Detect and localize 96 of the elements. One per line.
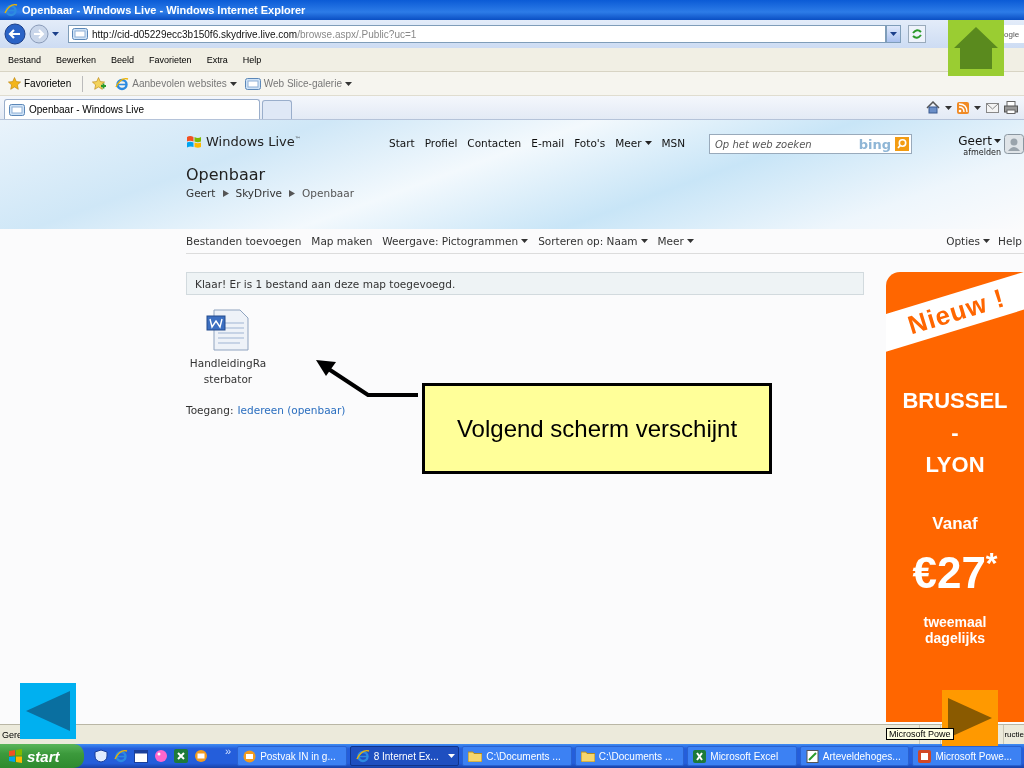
chevron-icon xyxy=(289,189,296,197)
browser-icon xyxy=(114,749,128,763)
toolbar-link[interactable]: Map maken xyxy=(311,235,373,247)
logo-text: Windows Live$^{™}$ xyxy=(206,134,301,149)
star-icon xyxy=(8,77,21,90)
callout-box: Volgend scherm verschijnt xyxy=(422,383,772,474)
taskbar-button[interactable]: C:\Documents ... xyxy=(574,746,685,766)
refresh-icon xyxy=(911,28,923,40)
address-field[interactable]: http://cid-d05229ecc3b150f6.skydrive.live.com/browse.aspx/.Public?uc=1 xyxy=(68,25,886,43)
menu-item[interactable]: Bewerken xyxy=(56,54,97,65)
favorites-button[interactable]: Favorieten xyxy=(6,76,74,91)
toolbar-link[interactable]: Meer xyxy=(657,235,694,247)
status-message: Klaar! Er is 1 bestand aan deze map toegevoegd. xyxy=(186,272,864,295)
nav-link[interactable]: Start xyxy=(389,137,415,149)
add-favorite-icon[interactable] xyxy=(92,77,107,90)
window-title: Openbaar - Windows Live - Windows Internet Explorer xyxy=(22,4,306,16)
favorites-link[interactable]: Web Slice-galerie xyxy=(242,76,354,91)
breadcrumb-link[interactable]: Geert xyxy=(186,187,216,199)
access-link[interactable]: Iedereen (openbaar) xyxy=(237,404,346,416)
windows-flag-icon xyxy=(8,749,23,763)
start-button[interactable]: start xyxy=(0,744,84,768)
toolbar-link[interactable]: Weergave: Pictogrammen xyxy=(382,235,529,247)
breadcrumb-link[interactable]: SkyDrive xyxy=(235,187,283,199)
browser-icon xyxy=(4,3,18,17)
document-icon[interactable] xyxy=(206,309,250,351)
taskbar-button[interactable]: C:\Documents ... xyxy=(462,746,572,766)
house-icon xyxy=(953,26,999,70)
taskbar-button[interactable]: Postvak IN in g... xyxy=(237,746,347,766)
window-icon[interactable] xyxy=(134,749,148,763)
browser-icon xyxy=(355,749,370,763)
spreadsheet-icon[interactable] xyxy=(174,749,188,763)
presentation-icon xyxy=(918,749,932,763)
webpage-icon xyxy=(9,103,25,116)
triangle-right-icon xyxy=(948,698,992,738)
print-icon[interactable] xyxy=(1004,101,1018,114)
nav-link[interactable]: E-mail xyxy=(531,137,565,149)
favorites-link[interactable]: Aanbevolen websites xyxy=(113,75,239,92)
webpage-icon xyxy=(72,28,88,40)
nav-link[interactable]: Profiel xyxy=(424,137,458,149)
toolbar-link[interactable]: Sorteren op: Naam xyxy=(538,235,648,247)
nav-link[interactable]: MSN xyxy=(661,137,686,149)
status-text: ructie xyxy=(1004,730,1024,739)
browser-tab[interactable]: Openbaar - Windows Live xyxy=(4,99,260,119)
refresh-button[interactable] xyxy=(908,25,926,43)
menu-item[interactable]: Extra xyxy=(206,54,228,65)
taskbar-button[interactable]: Arteveldehoges... xyxy=(799,746,910,766)
route-text: - xyxy=(951,419,959,447)
brand-logo: bing xyxy=(858,136,891,152)
toolbar-link[interactable]: Bestanden toevoegen xyxy=(186,235,302,247)
taskbar-button[interactable]: Microsoft Powe... xyxy=(912,746,1022,766)
toolbar-link[interactable]: Help xyxy=(998,235,1022,247)
chevron-icon xyxy=(222,189,229,197)
taskbar-button[interactable]: 8 Internet Ex... xyxy=(349,746,460,766)
menu-item[interactable]: Favorieten xyxy=(149,54,192,65)
nav-link[interactable]: Meer xyxy=(615,137,652,149)
folder-icon xyxy=(580,750,595,762)
caret-icon xyxy=(945,105,952,110)
browser-icon xyxy=(115,76,130,91)
menu-item[interactable]: Help xyxy=(242,54,262,65)
menu-item[interactable]: Beeld xyxy=(111,54,135,65)
home-icon[interactable] xyxy=(926,101,940,114)
mail-icon xyxy=(243,749,257,763)
menu-item[interactable]: Bestand xyxy=(8,54,42,65)
toolbar-link[interactable]: Opties xyxy=(946,235,991,247)
ad-banner: Nieuw ! xyxy=(886,272,1024,353)
mail-icon[interactable] xyxy=(194,749,208,763)
overflow-button[interactable]: » xyxy=(225,745,232,757)
file-name[interactable]: HandleidingRasterbator xyxy=(188,355,268,387)
shield-icon[interactable] xyxy=(94,749,108,763)
signout-link[interactable]: afmelden xyxy=(963,148,1001,157)
dropdown-button[interactable] xyxy=(886,25,901,43)
route-text: BRUSSEL xyxy=(902,387,1008,415)
nav-link[interactable]: Foto's xyxy=(574,137,606,149)
back-icon[interactable] xyxy=(4,23,26,45)
search-field[interactable]: Op het web zoeken xyxy=(715,138,859,150)
ad-text: Vanaf xyxy=(932,514,978,534)
mail-icon[interactable] xyxy=(986,102,999,113)
ad-text: tweemaal dagelijks xyxy=(922,614,988,646)
spreadsheet-icon xyxy=(693,749,707,763)
document-icon xyxy=(805,749,819,763)
caret-icon xyxy=(890,32,897,36)
ad-price: €27$^{*}$ xyxy=(912,548,998,598)
nav-link[interactable]: Contacten xyxy=(467,137,522,149)
windows-flag-icon xyxy=(186,134,202,149)
user-menu[interactable]: Geert xyxy=(958,134,1001,148)
access-label: Toegang: xyxy=(186,404,234,416)
caret-icon xyxy=(974,105,981,110)
page-title: Openbaar xyxy=(186,165,267,184)
webpage-icon xyxy=(244,77,261,90)
taskbar-button[interactable]: Microsoft Excel xyxy=(687,746,797,766)
tooltip: Microsoft Powe xyxy=(886,728,954,740)
route-text: LYON xyxy=(925,451,985,479)
search-field[interactable]: ogle xyxy=(1004,25,1024,43)
triangle-left-icon xyxy=(26,691,70,731)
folder-icon xyxy=(468,750,483,762)
caret-icon[interactable] xyxy=(52,32,59,36)
